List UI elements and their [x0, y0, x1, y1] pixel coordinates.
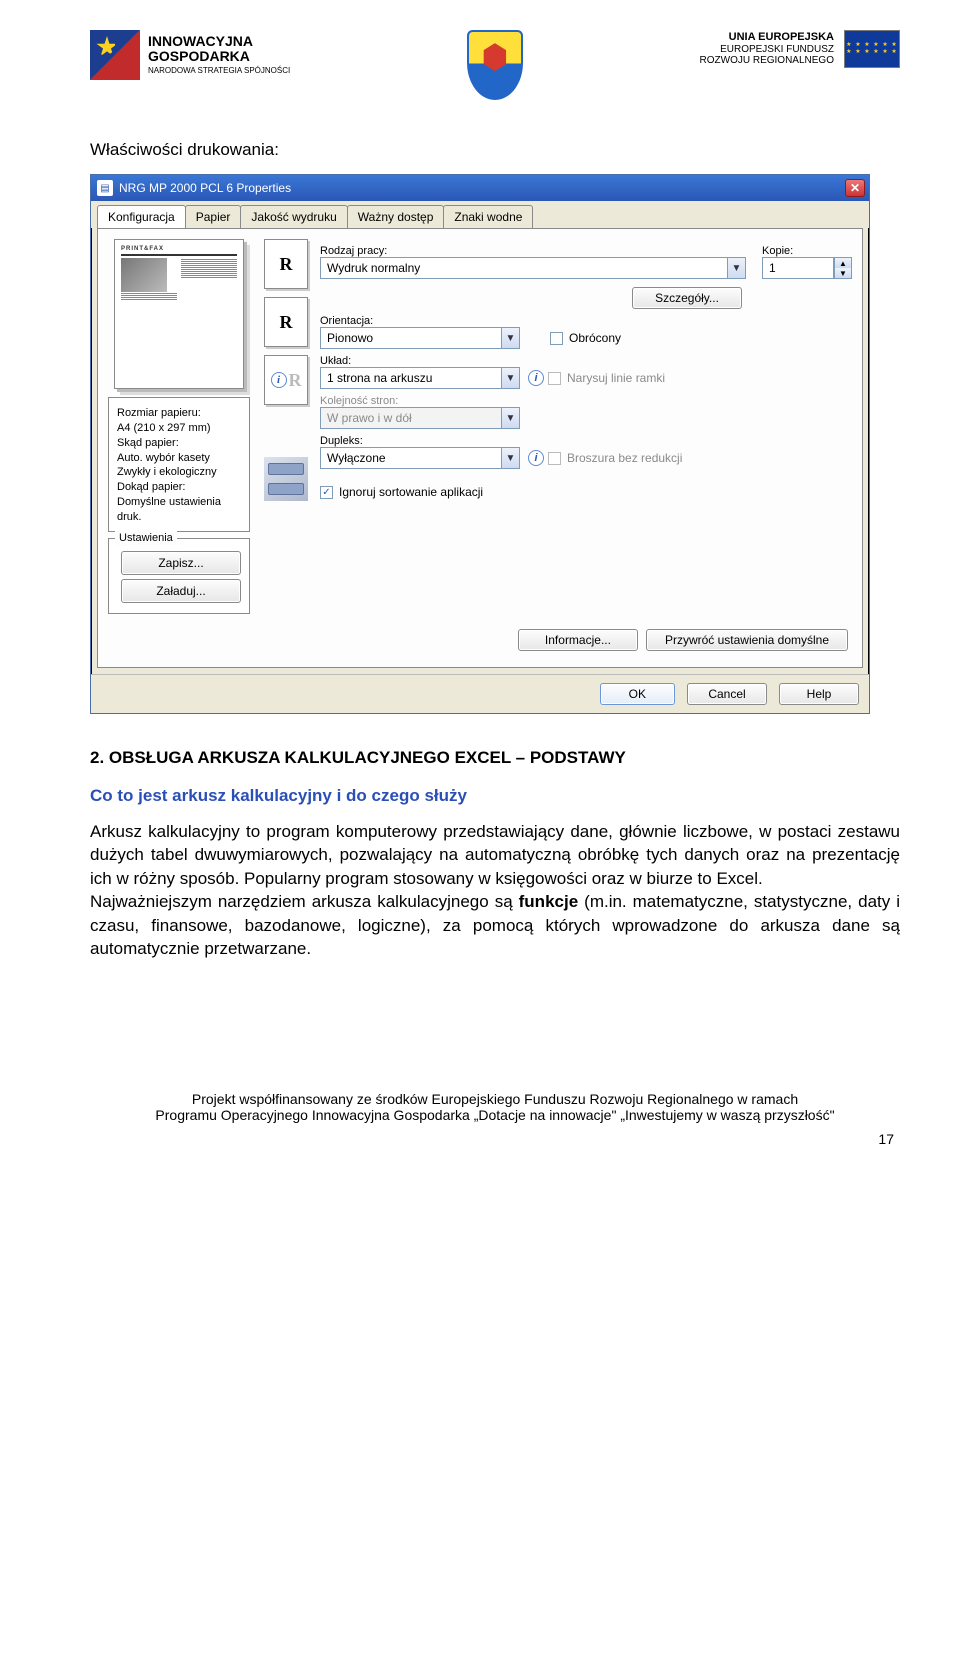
info-icon: i: [271, 372, 287, 388]
layout-value: 1 strona na arkuszu: [321, 371, 501, 385]
paper-info-l4: Auto. wybór kasety: [117, 452, 210, 464]
info-icon[interactable]: i: [528, 450, 544, 466]
info-button[interactable]: Informacje...: [518, 629, 638, 651]
para2-a: Najważniejszym narzędziem arkusza kalkul…: [90, 892, 519, 911]
ignore-sort-checkbox[interactable]: ✓: [320, 486, 333, 499]
orientation-value: Pionowo: [321, 331, 501, 345]
ig-logo-icon: [90, 30, 140, 80]
stack-thumb-icon[interactable]: [264, 457, 308, 501]
eu-line1: UNIA EUROPEJSKA: [700, 31, 834, 44]
pageorder-value: W prawo i w dół: [321, 411, 501, 425]
orientation-select[interactable]: Pionowo ▼: [320, 327, 520, 349]
chevron-down-icon: ▼: [501, 327, 519, 349]
settings-legend: Ustawienia: [115, 531, 177, 546]
tab-wazny-dostep[interactable]: Ważny dostęp: [347, 205, 445, 228]
duplex-label: Dupleks:: [320, 435, 852, 447]
logo-eu: UNIA EUROPEJSKA EUROPEJSKI FUNDUSZ ROZWO…: [700, 30, 900, 68]
cancel-button[interactable]: Cancel: [687, 683, 767, 705]
dialog-tabs: Konfiguracja Papier Jakość wydruku Ważny…: [91, 201, 869, 228]
save-button[interactable]: Zapisz...: [121, 551, 241, 575]
copies-label: Kopie:: [762, 245, 852, 257]
chevron-down-icon: ▼: [501, 367, 519, 389]
page-footer: Projekt współfinansowany ze środków Euro…: [90, 1091, 900, 1123]
paper-info-box: Rozmiar papieru: A4 (210 x 297 mm) Skąd …: [108, 397, 250, 532]
paper-info-l7: Domyślne ustawienia druk.: [117, 496, 221, 523]
chevron-down-icon: ▼: [501, 407, 519, 429]
restore-defaults-button[interactable]: Przywróć ustawienia domyślne: [646, 629, 848, 651]
eu-line2: EUROPEJSKI FUNDUSZ: [720, 44, 834, 55]
tab-konfiguracja[interactable]: Konfiguracja: [97, 205, 186, 228]
duplex-select[interactable]: Wyłączone ▼: [320, 447, 520, 469]
ig-logo-line3: NARODOWA STRATEGIA SPÓJNOŚCI: [148, 66, 290, 75]
layout-select[interactable]: 1 strona na arkuszu ▼: [320, 367, 520, 389]
tab-papier[interactable]: Papier: [185, 205, 242, 228]
booklet-label: Broszura bez redukcji: [567, 451, 682, 465]
paper-info-l6: Dokąd papier:: [117, 481, 186, 493]
footer-line1: Projekt współfinansowany ze środków Euro…: [90, 1091, 900, 1107]
logo-innowacyjna-gospodarka: INNOWACYJNA GOSPODARKA NARODOWA STRATEGI…: [90, 30, 290, 80]
layout-thumb-3-label: R: [289, 370, 302, 391]
ig-logo-line2: GOSPODARKA: [148, 49, 290, 64]
layout-label: Układ:: [320, 355, 852, 367]
layout-thumb-1[interactable]: R: [264, 239, 308, 289]
paragraph-2: Najważniejszym narzędziem arkusza kalkul…: [90, 890, 900, 960]
paper-info-l3: Skąd papier:: [117, 437, 179, 449]
pageorder-label: Kolejność stron:: [320, 395, 852, 407]
paragraph-1: Arkusz kalkulacyjny to program komputero…: [90, 820, 900, 890]
layout-thumb-2[interactable]: R: [264, 297, 308, 347]
window-icon: ▤: [97, 180, 113, 196]
paper-info-l1: Rozmiar papieru:: [117, 407, 201, 419]
page-header: INNOWACYJNA GOSPODARKA NARODOWA STRATEGI…: [90, 30, 900, 100]
eu-line3: ROZWOJU REGIONALNEGO: [700, 55, 834, 66]
settings-groupbox: Ustawienia Zapisz... Załaduj...: [108, 538, 250, 614]
footer-line2: Programu Operacyjnego Innowacyjna Gospod…: [90, 1107, 900, 1123]
tab-jakosc-wydruku[interactable]: Jakość wydruku: [240, 205, 347, 228]
copies-input[interactable]: 1: [762, 257, 834, 279]
duplex-value: Wyłączone: [321, 451, 501, 465]
page-preview-thumbnail: PRINT&FAX: [114, 239, 244, 389]
fields-column: Rodzaj pracy: Wydruk normalny ▼ Kopie: 1: [320, 239, 852, 657]
ignore-sort-label: Ignoruj sortowanie aplikacji: [339, 485, 483, 499]
booklet-checkbox: [548, 452, 561, 465]
eu-flag-icon: [844, 30, 900, 68]
job-type-label: Rodzaj pracy:: [320, 245, 746, 257]
ig-logo-line1: INNOWACYJNA: [148, 34, 290, 49]
details-button[interactable]: Szczegóły...: [632, 287, 742, 309]
heading-2: 2. OBSŁUGA ARKUSZA KALKULACYJNEGO EXCEL …: [90, 748, 900, 768]
pageorder-select: W prawo i w dół ▼: [320, 407, 520, 429]
frame-label: Narysuj linie ramki: [567, 371, 665, 385]
close-button[interactable]: ✕: [845, 179, 865, 197]
frame-checkbox: [548, 372, 561, 385]
chevron-down-icon: ▼: [501, 447, 519, 469]
rotated-checkbox[interactable]: [550, 332, 563, 345]
dialog-titlebar[interactable]: ▤ NRG MP 2000 PCL 6 Properties ✕: [91, 175, 869, 201]
layout-thumb-3[interactable]: i R: [264, 355, 308, 405]
help-button[interactable]: Help: [779, 683, 859, 705]
coat-of-arms-icon: [467, 30, 523, 100]
subheading: Co to jest arkusz kalkulacyjny i do czeg…: [90, 786, 900, 806]
layout-thumbnails: R R i R: [264, 239, 308, 614]
orientation-label: Orientacja:: [320, 315, 852, 327]
job-type-select[interactable]: Wydruk normalny ▼: [320, 257, 746, 279]
load-button[interactable]: Załaduj...: [121, 579, 241, 603]
dialog-button-bar: OK Cancel Help: [91, 674, 869, 713]
section-label: Właściwości drukowania:: [90, 140, 900, 160]
paper-info-l2: A4 (210 x 297 mm): [117, 422, 211, 434]
dialog-title: NRG MP 2000 PCL 6 Properties: [119, 181, 291, 195]
rotated-label: Obrócony: [569, 331, 621, 345]
chevron-down-icon: ▼: [727, 257, 745, 279]
copies-spinner[interactable]: ▲▼: [834, 257, 852, 279]
job-type-value: Wydruk normalny: [321, 261, 727, 275]
printer-properties-dialog: ▤ NRG MP 2000 PCL 6 Properties ✕ Konfigu…: [90, 174, 870, 714]
tab-znaki-wodne[interactable]: Znaki wodne: [443, 205, 533, 228]
info-icon[interactable]: i: [528, 370, 544, 386]
page-number: 17: [90, 1131, 900, 1147]
paper-info-l5: Zwykły i ekologiczny: [117, 466, 217, 478]
ok-button[interactable]: OK: [600, 683, 675, 705]
copies-value: 1: [763, 261, 833, 275]
para2-b: funkcje: [519, 892, 579, 911]
